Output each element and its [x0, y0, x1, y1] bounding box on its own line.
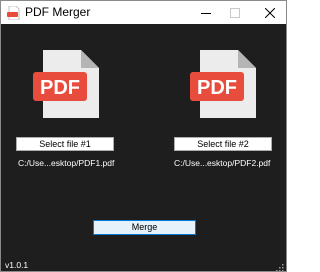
version-label: v1.0.1 [5, 260, 29, 270]
maximize-icon [230, 7, 240, 18]
window-title: PDF Merger [25, 5, 91, 19]
maximize-button[interactable] [220, 1, 250, 24]
minimize-icon [201, 12, 211, 14]
pdf-icon-label: PDF [197, 77, 237, 99]
pdf-icon-label: PDF [40, 77, 80, 99]
file-1-path: C:/Use...esktop/PDF1.pdf [18, 158, 115, 168]
app-pdf-icon [7, 5, 20, 21]
resize-grip-icon[interactable] [274, 259, 284, 271]
pdf-file-icon: PDF [190, 50, 256, 118]
pdf-merger-window: PDF Merger PDF PDF Select file #1 Select… [0, 0, 287, 272]
file-2-path: C:/Use...esktop/PDF2.pdf [174, 158, 271, 168]
select-file-1-button[interactable]: Select file #1 [16, 137, 114, 151]
title-bar[interactable]: PDF Merger [1, 1, 286, 24]
merge-button[interactable]: Merge [93, 220, 196, 235]
minimize-button[interactable] [191, 1, 221, 24]
select-file-2-button[interactable]: Select file #2 [174, 137, 272, 151]
main-panel: PDF PDF Select file #1 Select file #2 C:… [1, 24, 286, 271]
pdf-file-icon: PDF [33, 50, 99, 118]
close-icon [265, 7, 275, 18]
close-button[interactable] [255, 1, 285, 24]
